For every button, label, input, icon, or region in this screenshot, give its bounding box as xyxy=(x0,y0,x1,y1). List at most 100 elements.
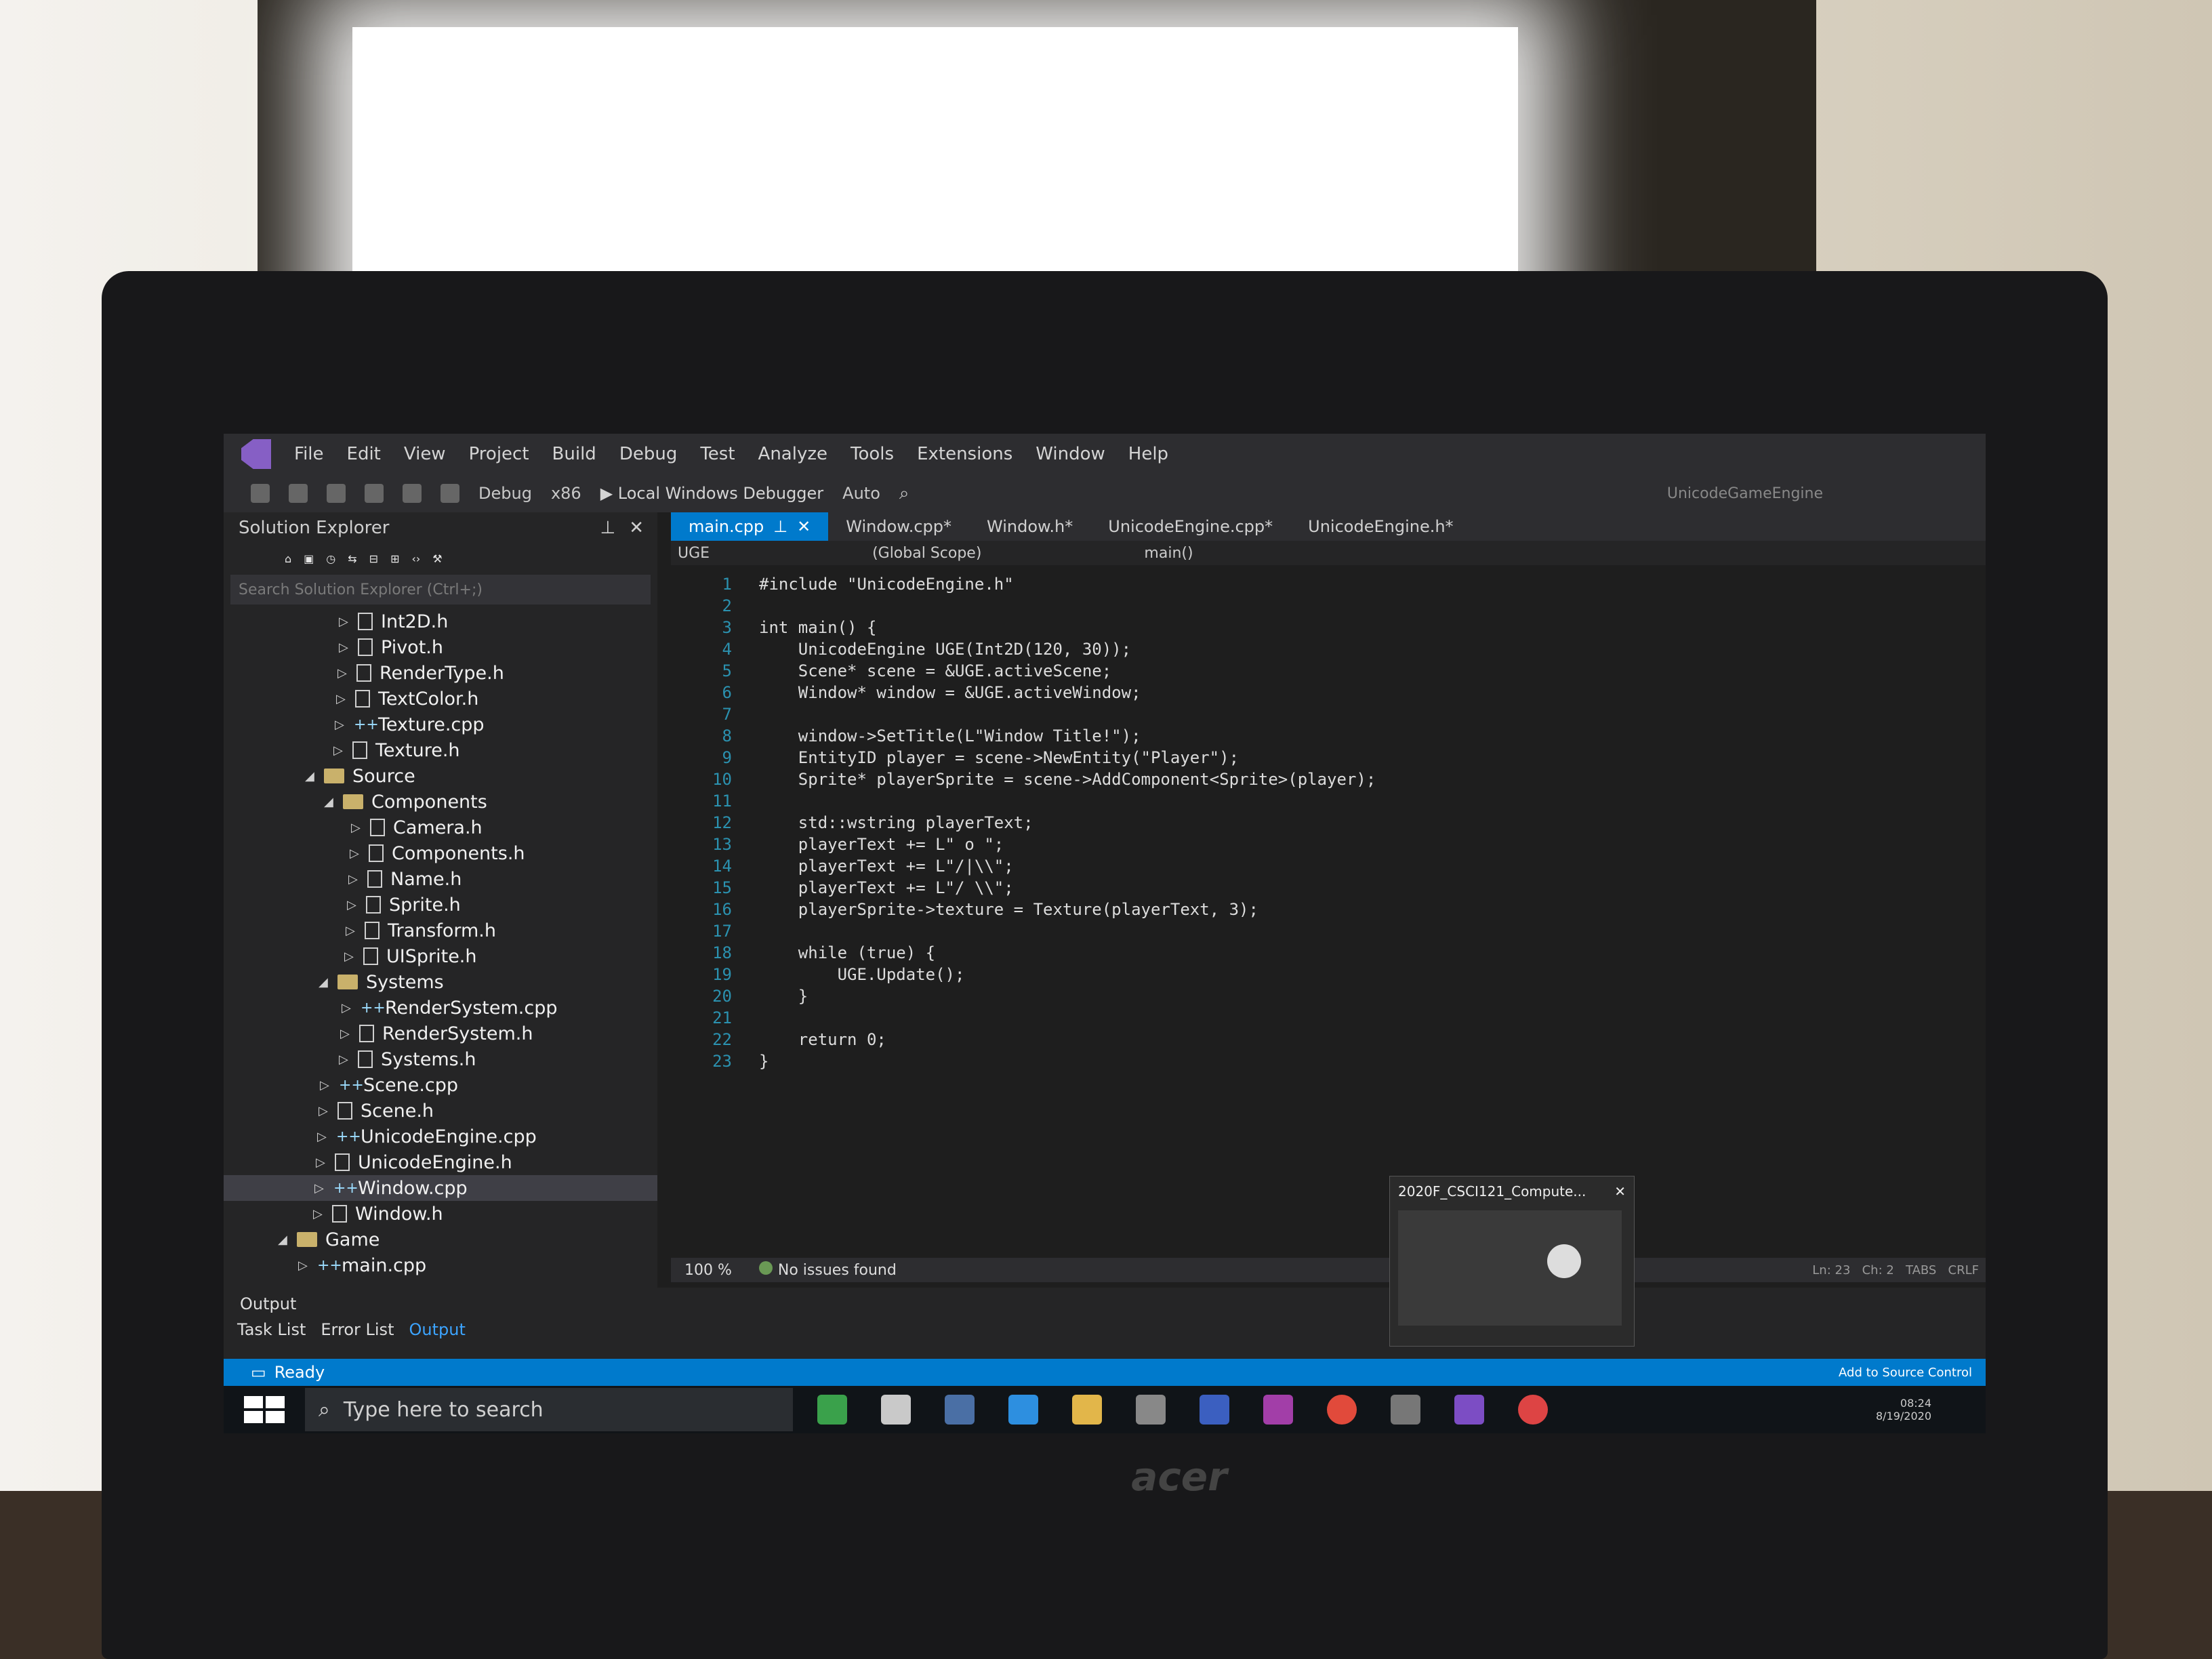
line-ending-indicator[interactable]: CRLF xyxy=(1948,1263,1979,1277)
expand-arrow-icon[interactable]: ▷ xyxy=(350,846,365,861)
expand-arrow-icon[interactable]: ▷ xyxy=(298,1258,313,1273)
tab-task-list[interactable]: Task List xyxy=(237,1320,306,1339)
tab-main-cpp[interactable]: main.cpp ⊥ ✕ xyxy=(671,512,829,541)
tree-item-scene-h[interactable]: ▷ Scene.h xyxy=(224,1098,657,1124)
issues-indicator[interactable]: No issues found xyxy=(758,1261,897,1279)
expand-arrow-icon[interactable]: ▷ xyxy=(339,1052,354,1067)
tree-item-transform-h[interactable]: ▷ Transform.h xyxy=(224,918,657,943)
save-all-icon[interactable] xyxy=(403,484,422,503)
menu-extensions[interactable]: Extensions xyxy=(917,444,1012,464)
file-explorer-icon[interactable] xyxy=(1072,1395,1102,1425)
menu-test[interactable]: Test xyxy=(700,444,735,464)
unity-icon[interactable] xyxy=(1136,1395,1166,1425)
vscode-icon[interactable] xyxy=(1008,1395,1038,1425)
tree-item-name-h[interactable]: ▷ Name.h xyxy=(224,866,657,892)
tree-item-game[interactable]: ◢ Game xyxy=(224,1227,657,1252)
collapse-arrow-icon[interactable]: ◢ xyxy=(305,769,320,783)
run-debugger-button[interactable]: ▶ Local Windows Debugger xyxy=(600,484,823,503)
sync-icon[interactable]: ⇆ xyxy=(348,552,356,565)
tree-item-int2d-h[interactable]: ▷ Int2D.h xyxy=(224,609,657,634)
chrome-icon[interactable] xyxy=(1327,1395,1357,1425)
collapse-arrow-icon[interactable]: ◢ xyxy=(278,1233,293,1247)
menu-analyze[interactable]: Analyze xyxy=(758,444,827,464)
config-dropdown[interactable]: Debug xyxy=(478,484,532,503)
new-project-icon[interactable] xyxy=(289,484,308,503)
member-dropdown[interactable]: main() xyxy=(1144,545,1193,562)
collapse-arrow-icon[interactable]: ◢ xyxy=(324,795,339,809)
menu-tools[interactable]: Tools xyxy=(851,444,894,464)
switch-views-icon[interactable]: ▣ xyxy=(304,552,314,565)
tab-unicodeengine-cpp[interactable]: UnicodeEngine.cpp* xyxy=(1090,512,1290,541)
menu-debug[interactable]: Debug xyxy=(619,444,678,464)
app-icon[interactable] xyxy=(881,1395,911,1425)
expand-arrow-icon[interactable]: ▷ xyxy=(319,1104,333,1118)
menu-view[interactable]: View xyxy=(404,444,446,464)
minecraft-icon[interactable] xyxy=(817,1395,847,1425)
open-file-icon[interactable] xyxy=(327,484,346,503)
tree-item-pivot-h[interactable]: ▷ Pivot.h xyxy=(224,634,657,660)
paint-app-icon[interactable] xyxy=(1263,1395,1293,1425)
tree-item-texture-cpp[interactable]: ▷ ++ Texture.cpp xyxy=(224,712,657,737)
expand-arrow-icon[interactable]: ▷ xyxy=(316,1155,331,1170)
calculator-icon[interactable] xyxy=(945,1395,975,1425)
menu-window[interactable]: Window xyxy=(1036,444,1105,464)
headset-app-icon[interactable] xyxy=(1200,1395,1229,1425)
save-icon[interactable] xyxy=(365,484,384,503)
expand-arrow-icon[interactable]: ▷ xyxy=(314,1181,329,1195)
tree-item-textcolor-h[interactable]: ▷ TextColor.h xyxy=(224,686,657,712)
tree-item-rendertype-h[interactable]: ▷ RenderType.h xyxy=(224,660,657,686)
tree-item-sprite-h[interactable]: ▷ Sprite.h xyxy=(224,892,657,918)
tree-item-components-h[interactable]: ▷ Components.h xyxy=(224,840,657,866)
windows-start-icon[interactable] xyxy=(244,1396,285,1423)
expand-arrow-icon[interactable]: ▷ xyxy=(339,615,354,629)
expand-arrow-icon[interactable]: ▷ xyxy=(317,1130,332,1144)
history-icon[interactable]: ◷ xyxy=(326,552,335,565)
tree-item-scene-cpp[interactable]: ▷ ++ Scene.cpp xyxy=(224,1072,657,1098)
tree-item-source[interactable]: ◢ Source xyxy=(224,763,657,789)
search-icon[interactable]: ⌕ xyxy=(899,483,909,504)
tab-window-h[interactable]: Window.h* xyxy=(969,512,1090,541)
chrome-profile-icon[interactable] xyxy=(1518,1395,1548,1425)
tab-unicodeengine-h[interactable]: UnicodeEngine.h* xyxy=(1290,512,1471,541)
code-view-icon[interactable]: ‹› xyxy=(411,552,420,565)
expand-arrow-icon[interactable]: ▷ xyxy=(346,924,361,938)
code-area[interactable]: 1 #include "UnicodeEngine.h" 2 3 int main(… xyxy=(671,573,1986,1072)
tab-error-list[interactable]: Error List xyxy=(321,1320,394,1339)
expand-arrow-icon[interactable]: ▷ xyxy=(351,821,366,835)
visual-studio-icon[interactable] xyxy=(1454,1395,1484,1425)
taskbar-search-input[interactable]: ⌕ Type here to search xyxy=(305,1388,793,1431)
properties-icon[interactable]: ⚒ xyxy=(432,552,442,565)
menu-edit[interactable]: Edit xyxy=(347,444,381,464)
tree-item-unicodeengine-cpp[interactable]: ▷ ++ UnicodeEngine.cpp xyxy=(224,1124,657,1149)
app-icon[interactable] xyxy=(1391,1395,1420,1425)
expand-arrow-icon[interactable]: ▷ xyxy=(336,692,351,706)
home-icon[interactable]: ⌂ xyxy=(285,552,291,565)
expand-arrow-icon[interactable]: ▷ xyxy=(335,718,350,732)
tree-item-window-h[interactable]: ▷ Window.h xyxy=(224,1201,657,1227)
project-dropdown[interactable]: UGE xyxy=(678,545,710,562)
back-icon[interactable] xyxy=(251,484,270,503)
tree-item-rendersystem-h[interactable]: ▷ RenderSystem.h xyxy=(224,1021,657,1046)
add-to-source-control-button[interactable]: Add to Source Control xyxy=(1839,1366,1972,1380)
close-icon[interactable]: ✕ xyxy=(797,517,811,536)
undo-icon[interactable] xyxy=(441,484,459,503)
expand-arrow-icon[interactable]: ▷ xyxy=(333,743,348,758)
expand-arrow-icon[interactable]: ▷ xyxy=(348,872,363,886)
scope-dropdown[interactable]: (Global Scope) xyxy=(872,545,981,562)
expand-arrow-icon[interactable]: ▷ xyxy=(344,949,359,964)
tree-item-window-cpp[interactable]: ▷ ++ Window.cpp xyxy=(224,1175,657,1201)
menu-file[interactable]: File xyxy=(294,444,324,464)
expand-arrow-icon[interactable]: ▷ xyxy=(340,1027,355,1041)
solution-search-input[interactable]: Search Solution Explorer (Ctrl+;) xyxy=(230,575,651,605)
tree-item-main-cpp[interactable]: ▷ ++ main.cpp xyxy=(224,1252,657,1278)
tree-item-rendersystem-cpp[interactable]: ▷ ++ RenderSystem.cpp xyxy=(224,995,657,1021)
tree-item-unicodeengine-h[interactable]: ▷ UnicodeEngine.h xyxy=(224,1149,657,1175)
auto-dropdown[interactable]: Auto xyxy=(842,484,880,503)
menu-project[interactable]: Project xyxy=(469,444,529,464)
tree-item-texture-h[interactable]: ▷ Texture.h xyxy=(224,737,657,763)
menu-build[interactable]: Build xyxy=(552,444,596,464)
taskbar-preview[interactable]: 2020F_CSCI121_Compute... ✕ xyxy=(1389,1176,1635,1347)
pin-icon[interactable]: ⊥ xyxy=(600,518,616,538)
expand-arrow-icon[interactable]: ▷ xyxy=(347,898,362,912)
pin-icon[interactable]: ⊥ xyxy=(773,517,787,536)
